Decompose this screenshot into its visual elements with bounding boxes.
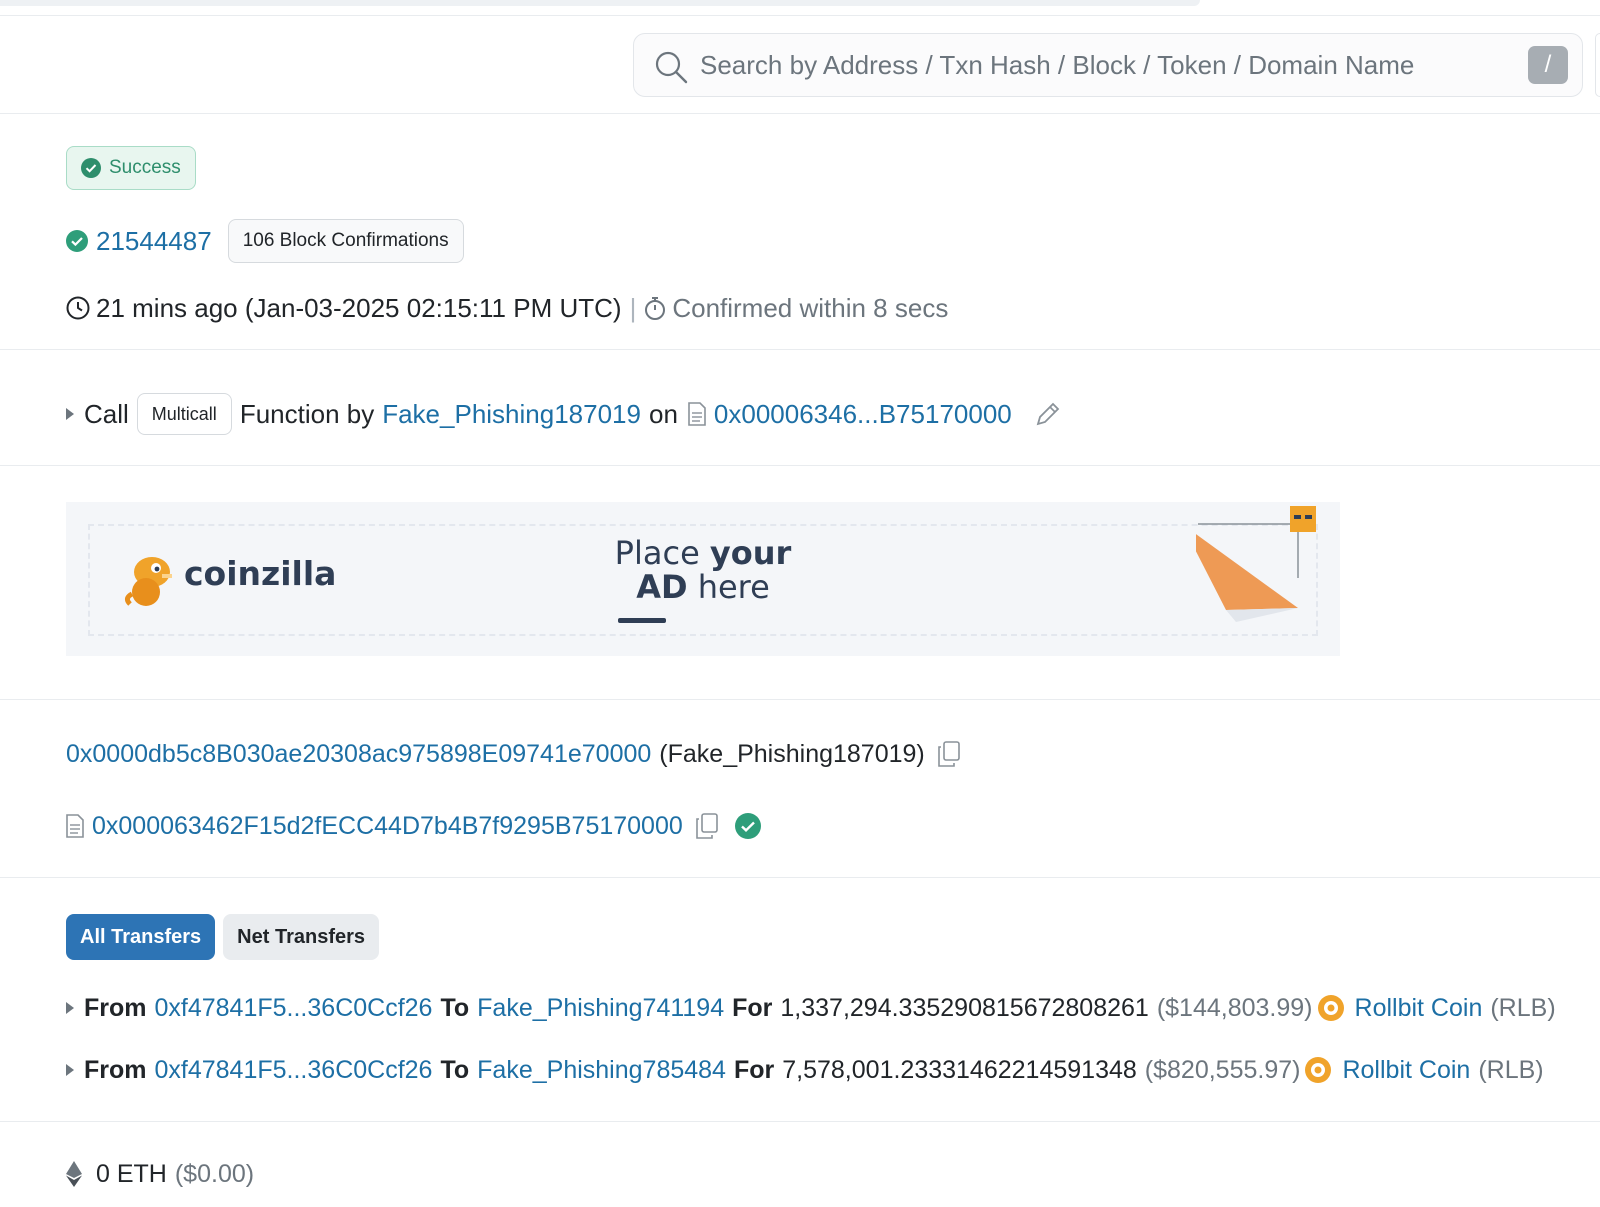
from-to-section <box>0 700 1600 878</box>
transfer-usd-value: ($144,803.99) <box>1156 993 1313 1022</box>
to-address-link[interactable]: 0x000063462F15d2fECC44D7b4B7f9295B751700… <box>92 812 683 841</box>
check-circle-icon <box>66 230 88 252</box>
search-icon <box>655 51 688 84</box>
copy-icon[interactable] <box>695 813 719 839</box>
copy-icon[interactable] <box>937 741 961 767</box>
token-symbol: (RLB) <box>1490 993 1556 1022</box>
ad-headline: Place your AD here <box>598 536 808 604</box>
token-symbol: (RLB) <box>1478 1055 1544 1084</box>
contract-document-icon <box>688 402 706 426</box>
confirmations-badge: 106 Block Confirmations <box>227 219 464 263</box>
coinzilla-mascot-icon <box>124 557 172 606</box>
for-word: For <box>733 1055 775 1084</box>
timestamp-row: 21 mins ago (Jan-03-2025 02:15:11 PM UTC… <box>66 290 948 326</box>
function-by-word: Function by <box>239 398 375 429</box>
ad-line2-normal: here <box>687 568 770 606</box>
ad-underline <box>618 618 666 623</box>
ad-line1-normal: Place <box>614 534 710 572</box>
coinzilla-logo: coinzilla <box>184 554 337 593</box>
expand-caret-icon[interactable] <box>66 1002 74 1014</box>
on-word: on <box>648 398 678 429</box>
top-strip-bar <box>0 0 1200 6</box>
block-row: 21544487 106 Block Confirmations <box>66 219 464 263</box>
pencil-edit-icon[interactable] <box>1034 400 1062 428</box>
expand-caret-icon[interactable] <box>66 1064 74 1076</box>
call-word: Call <box>84 398 129 429</box>
value-row: 0 ETH ($0.00) <box>66 1156 254 1192</box>
expand-caret-icon[interactable] <box>66 408 74 420</box>
status-badge: Success <box>66 146 196 190</box>
function-name-badge: Multicall <box>136 393 232 435</box>
ad-banner[interactable]: coinzilla Place your AD here <box>66 502 1340 656</box>
rollbit-coin-icon <box>1305 1057 1332 1083</box>
transfer-from-link[interactable]: 0xf47841F5...36C0Ccf26 <box>155 1056 433 1085</box>
header-edge-button[interactable] <box>1595 33 1600 97</box>
transfer-from-link[interactable]: 0xf47841F5...36C0Ccf26 <box>155 994 433 1023</box>
transfer-usd-value: ($820,555.97) <box>1144 1055 1301 1084</box>
from-address-link[interactable]: 0x0000db5c8B030ae20308ac975898E09741e700… <box>66 740 651 769</box>
check-circle-icon <box>81 158 101 178</box>
tab-all-transfers[interactable]: All Transfers <box>66 914 216 960</box>
from-word: From <box>84 1055 147 1084</box>
transfer-row: From 0xf47841F5...36C0Ccf26 To Fake_Phis… <box>66 1052 1544 1088</box>
search-input[interactable] <box>700 44 1500 86</box>
transfer-amount: 1,337,294.335290815672808261 <box>780 993 1149 1022</box>
tab-net-transfers[interactable]: Net Transfers <box>223 914 380 960</box>
ad-line1-bold: your <box>709 534 792 572</box>
transfer-row: From 0xf47841F5...36C0Ccf26 To Fake_Phis… <box>66 990 1556 1026</box>
to-word: To <box>440 993 470 1022</box>
block-number-link[interactable]: 21544487 <box>96 226 212 257</box>
transfer-to-link[interactable]: Fake_Phishing785484 <box>477 1056 726 1085</box>
transfer-amount: 7,578,001.23331462214591348 <box>782 1055 1137 1084</box>
search-shortcut-key: / <box>1528 46 1568 84</box>
call-row: Call Multicall Function by Fake_Phishing… <box>66 392 1062 436</box>
for-word: For <box>732 993 773 1022</box>
contract-document-icon <box>66 814 84 838</box>
top-strip <box>0 0 1600 16</box>
timestamp-separator: | <box>629 292 637 323</box>
token-name-link[interactable]: Rollbit Coin <box>1355 994 1483 1023</box>
to-word: To <box>440 1055 470 1084</box>
caller-link[interactable]: Fake_Phishing187019 <box>382 399 641 430</box>
contract-short-link[interactable]: 0x00006346...B75170000 <box>714 399 1012 430</box>
token-name-link[interactable]: Rollbit Coin <box>1342 1056 1470 1085</box>
stopwatch-icon <box>645 297 666 320</box>
timestamp-text: 21 mins ago (Jan-03-2025 02:15:11 PM UTC… <box>96 292 622 323</box>
ethereum-icon <box>66 1161 82 1187</box>
clock-icon <box>66 296 90 320</box>
status-label: Success <box>109 157 181 178</box>
to-row: 0x000063462F15d2fECC44D7b4B7f9295B751700… <box>66 808 761 844</box>
from-address-label: (Fake_Phishing187019) <box>659 739 925 768</box>
eth-value: 0 ETH <box>96 1159 167 1188</box>
verified-check-icon <box>734 813 761 839</box>
ad-line2-bold: AD <box>636 568 688 606</box>
from-word: From <box>84 993 147 1022</box>
confirmed-within-text: Confirmed within 8 secs <box>672 292 949 323</box>
ad-paper-plane-icon <box>1196 506 1316 622</box>
header: / <box>0 16 1600 114</box>
eth-usd-value: ($0.00) <box>174 1159 255 1188</box>
search-box: / <box>633 33 1583 97</box>
rollbit-coin-icon <box>1317 995 1344 1021</box>
transfer-to-link[interactable]: Fake_Phishing741194 <box>477 994 724 1023</box>
transfers-tabs: All Transfers Net Transfers <box>66 914 387 960</box>
from-row: 0x0000db5c8B030ae20308ac975898E09741e700… <box>66 736 961 772</box>
